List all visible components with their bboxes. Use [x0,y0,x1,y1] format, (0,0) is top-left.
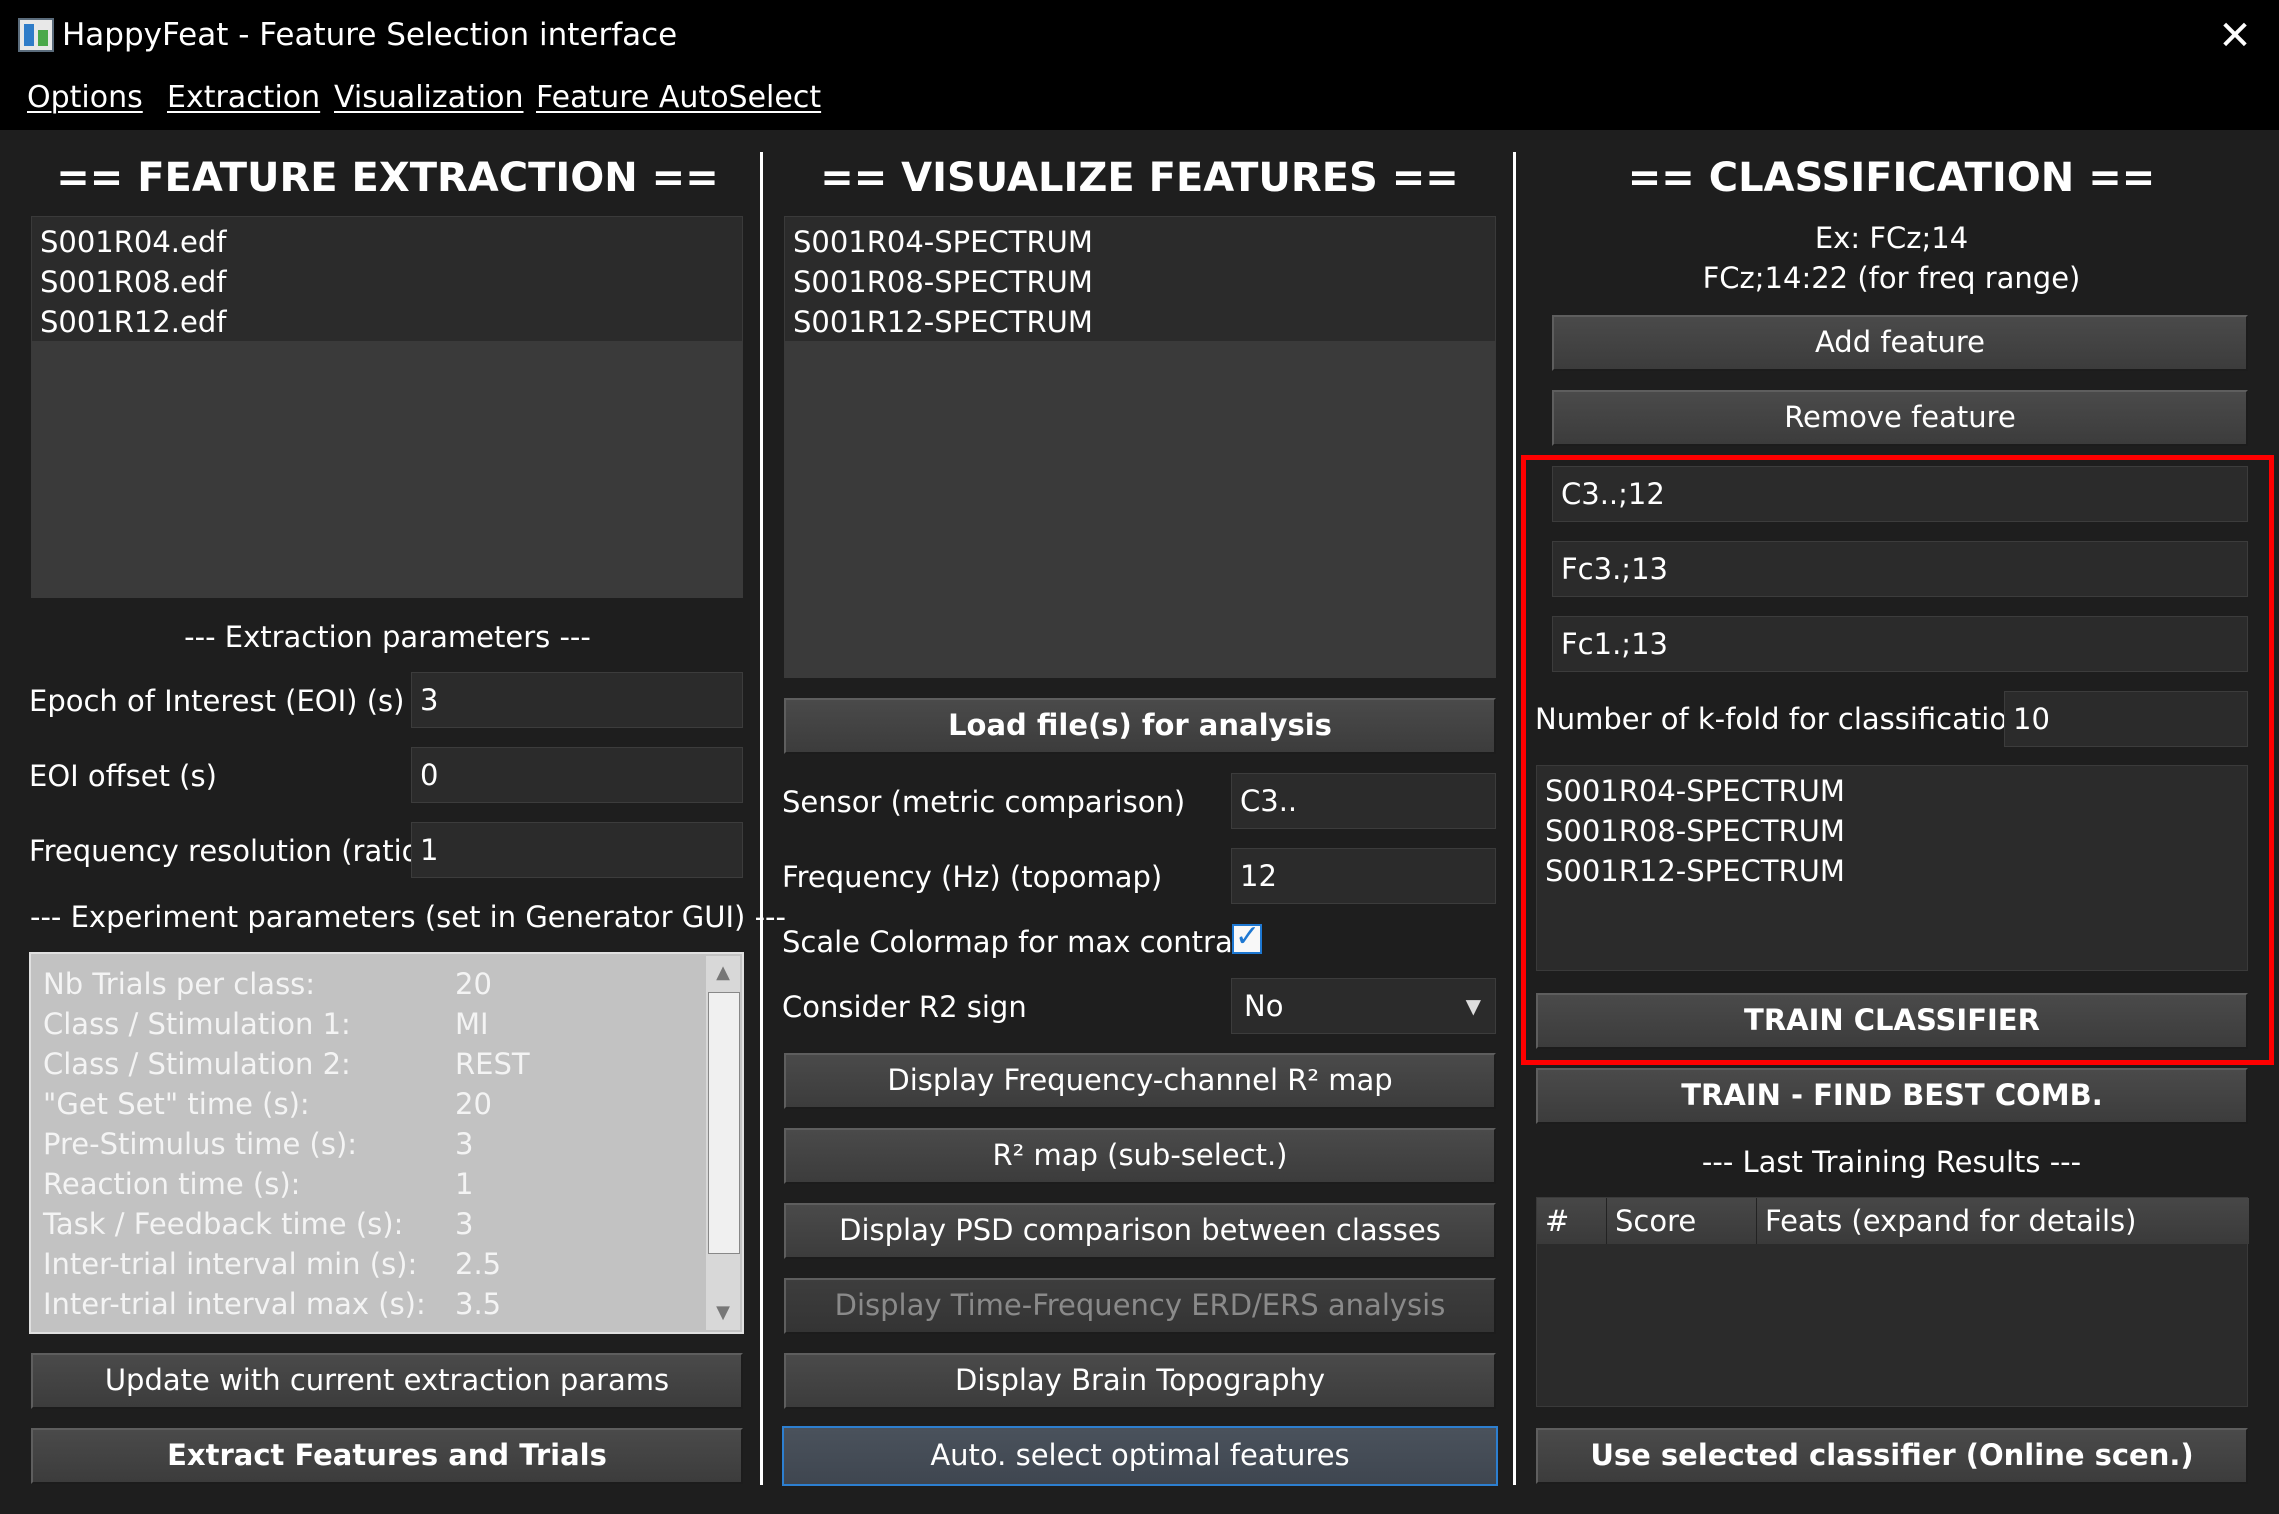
results-table[interactable]: # Score Feats (expand for details) [1536,1197,2249,1407]
list-item[interactable]: S001R04.edf [40,222,227,262]
experiment-params-label: --- Experiment parameters (set in Genera… [30,900,786,934]
menu-feature-autoselect[interactable]: Feature AutoSelect [536,76,821,120]
exp-param-row: Inter-trial interval max (s): 3.5 [43,1287,502,1321]
exp-param-row: Inter-trial interval min (s): 2.5 [43,1247,502,1281]
r2-map-subselect-button[interactable]: R² map (sub-select.) [784,1128,1496,1184]
classification-heading: == CLASSIFICATION == [1627,155,2156,201]
display-erd-ers-button[interactable]: Display Time-Frequency ERD/ERS analysis [784,1278,1496,1334]
chevron-down-icon: ▼ [1465,994,1481,1018]
menu-extraction[interactable]: Extraction [167,76,320,120]
visualize-heading: == VISUALIZE FEATURES == [820,155,1459,201]
column-header-index[interactable]: # [1537,1198,1607,1244]
extraction-heading: == FEATURE EXTRACTION == [56,155,719,201]
list-item[interactable]: S001R08-SPECTRUM [793,262,1093,302]
eoi-label: Epoch of Interest (EOI) (s) [29,684,405,718]
r2-sign-select[interactable]: No ▼ [1231,978,1496,1034]
column-divider [1513,152,1516,1485]
app-icon [18,18,54,52]
exp-param-row: "Get Set" time (s): 20 [43,1087,492,1121]
close-icon[interactable]: ✕ [2210,12,2260,60]
column-header-feats[interactable]: Feats (expand for details) [1757,1198,2249,1244]
frequency-input[interactable]: 12 [1231,848,1496,904]
list-item[interactable]: S001R12.edf [40,302,227,342]
check-icon: ✓ [1235,919,1261,954]
exp-param-row: Reaction time (s): 1 [43,1167,474,1201]
menu-options[interactable]: Options [27,76,143,120]
scroll-thumb[interactable] [708,992,740,1254]
exp-param-row: Pre-Stimulus time (s): 3 [43,1127,474,1161]
extraction-params-label: --- Extraction parameters --- [184,620,591,654]
freq-resolution-input[interactable]: 1 [411,822,743,878]
extract-features-button[interactable]: Extract Features and Trials [31,1428,743,1484]
visualize-file-list[interactable]: S001R04-SPECTRUM S001R08-SPECTRUM S001R1… [784,216,1496,678]
update-params-button[interactable]: Update with current extraction params [31,1353,743,1409]
list-item[interactable]: S001R04-SPECTRUM [793,222,1093,262]
list-item[interactable]: S001R08.edf [40,262,227,302]
colormap-label: Scale Colormap for max contrast [782,925,1260,959]
list-item[interactable]: S001R12-SPECTRUM [793,302,1093,342]
exp-param-row: Class / Stimulation 1: MI [43,1007,489,1041]
colormap-checkbox[interactable]: ✓ [1232,920,1262,954]
eoi-input[interactable]: 3 [411,672,743,728]
frequency-label: Frequency (Hz) (topomap) [782,860,1163,894]
scroll-up-icon[interactable]: ▲ [706,956,740,990]
r2-sign-label: Consider R2 sign [782,990,1027,1024]
extraction-file-list[interactable]: S001R04.edf S001R08.edf S001R12.edf [31,216,743,598]
feature-hint: Ex: FCz;14 [1814,221,1969,255]
display-topography-button[interactable]: Display Brain Topography [784,1353,1496,1409]
menu-visualization[interactable]: Visualization [334,76,524,120]
r2-sign-value: No [1244,989,1284,1023]
experiment-params-box[interactable]: Nb Trials per class: 20 Class / Stimulati… [29,952,744,1334]
highlight-box [1521,455,2274,1065]
scroll-down-icon[interactable]: ▼ [706,1296,740,1330]
train-best-comb-button[interactable]: TRAIN - FIND BEST COMB. [1536,1068,2248,1124]
remove-feature-button[interactable]: Remove feature [1552,390,2248,446]
load-files-button[interactable]: Load file(s) for analysis [784,698,1496,754]
exp-param-row: Nb Trials per class: 20 [43,967,492,1001]
exp-param-row: Task / Feedback time (s): 3 [43,1207,474,1241]
exp-param-row: Class / Stimulation 2: REST [43,1047,530,1081]
auto-select-features-button[interactable]: Auto. select optimal features [782,1426,1498,1486]
display-r2-map-button[interactable]: Display Frequency-channel R² map [784,1053,1496,1109]
add-feature-button[interactable]: Add feature [1552,315,2248,371]
sensor-label: Sensor (metric comparison) [782,785,1186,819]
scrollbar[interactable]: ▲ ▼ [706,956,740,1330]
use-classifier-button[interactable]: Use selected classifier (Online scen.) [1536,1428,2248,1484]
window-title: HappyFeat - Feature Selection interface [62,17,678,53]
eoi-offset-input[interactable]: 0 [411,747,743,803]
sensor-input[interactable]: C3.. [1231,773,1496,829]
column-divider [760,152,763,1485]
results-label: --- Last Training Results --- [1701,1145,2082,1179]
feature-hint-range: FCz;14:22 (for freq range) [1702,261,2081,295]
eoi-offset-label: EOI offset (s) [29,759,217,793]
freq-resolution-label: Frequency resolution (ratio) [29,834,431,868]
column-header-score[interactable]: Score [1607,1198,1757,1244]
display-psd-button[interactable]: Display PSD comparison between classes [784,1203,1496,1259]
